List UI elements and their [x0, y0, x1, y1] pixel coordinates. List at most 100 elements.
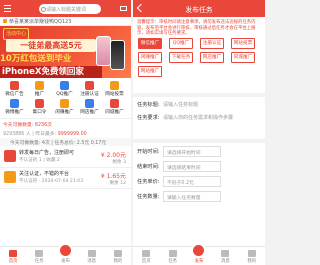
bottom-tabbar: 首页 任务 发布 消息 我的	[0, 243, 131, 265]
publish-screen: 发布任务 温馨提示：审核时间请注意事项，请勿发布违法违规的任务内容，发布后平台会…	[133, 0, 265, 265]
notice-icon	[3, 19, 7, 23]
bottom-tabbar: 首页 任务 发布 消息 我的	[133, 243, 265, 265]
task-avatar	[4, 150, 16, 162]
category-icon	[35, 81, 44, 90]
end-time-label: 结束时间:	[137, 164, 160, 170]
category-icon	[85, 81, 94, 90]
task-title-input[interactable]: 请输入任务标题	[163, 101, 198, 108]
category-label: 同城推广	[105, 110, 124, 115]
home-header: 请输入标题关键词	[0, 0, 131, 17]
category-item[interactable]: 微博推广	[4, 98, 25, 115]
tab-label: 我的	[113, 259, 123, 264]
tab-label: 首页	[8, 259, 18, 264]
category-item[interactable]: 网站投票	[104, 80, 125, 97]
task-sub: 不认证的 · 2020-07-04 21:03	[19, 179, 84, 184]
category-label: QQ推广	[56, 92, 73, 97]
tab-item[interactable]: 首页	[0, 247, 26, 265]
category-item[interactable]: 注册认证	[79, 80, 100, 97]
task-title: 转发每日广告，注册即可	[19, 150, 75, 156]
category-item[interactable]: 微信广告	[4, 80, 25, 97]
category-tag[interactable]: 网站投票	[231, 38, 255, 49]
category-label: 推广	[34, 92, 45, 97]
category-tag[interactable]: 闲赚推广	[138, 52, 162, 63]
tab-icon	[191, 243, 207, 258]
tab-label: 发布	[61, 259, 70, 264]
tab-icon	[168, 250, 177, 257]
category-label: 网店推广	[80, 110, 99, 115]
notice-bar[interactable]: 恭喜某某派单赚钱鸭QQ123	[0, 17, 131, 26]
tab-icon	[9, 250, 18, 257]
message-icon[interactable]	[120, 5, 127, 12]
category-tag[interactable]: 网站推广	[138, 66, 162, 77]
category-item[interactable]: 集口令	[29, 98, 50, 115]
end-time-input[interactable]: 请选择结束时间	[163, 161, 221, 172]
tab-label: 首页	[141, 259, 151, 264]
stats-line-3: 今天可做数量: 4次 | 任务总价: 2.5元 0.17元	[10, 141, 107, 146]
task-item[interactable]: 转发每日广告，注册即可 不认证的 1 | 收藏 2 ¥ 2.00元 剩余 3	[0, 147, 131, 168]
category-icon	[10, 99, 19, 108]
category-tag[interactable]: QQ推广	[169, 38, 193, 49]
category-item[interactable]: 推广	[29, 80, 50, 97]
tab-label: 我的	[247, 259, 257, 264]
task-item[interactable]: 关注认证，不错的平台 不认证的 · 2020-07-04 21:03 ¥ 1.6…	[0, 168, 131, 189]
category-tag[interactable]: 微信推广	[138, 38, 162, 49]
category-item[interactable]: 闲赚推广	[54, 98, 75, 115]
count-input[interactable]: 请输入任务数量	[163, 191, 221, 202]
banner-line-2: 10万红包送到毕业	[0, 54, 72, 64]
tab-icon	[247, 250, 256, 257]
tab-icon	[35, 250, 44, 257]
tab-icon	[142, 250, 151, 257]
banner-line-3: iPhoneX免费领回家	[0, 66, 102, 78]
category-item[interactable]: QQ推广	[54, 80, 75, 97]
task-info-section: 任务标题: 请输入任务标题 任务要求: 请输入你的任务需求和操作步骤	[133, 93, 265, 139]
promo-banner[interactable]: 活动中心 一徒弟最高送5元 10万红包送到毕业 iPhoneX免费领回家	[0, 26, 131, 78]
stats-line-1: 今天可做数量: 8236次	[3, 123, 52, 128]
category-grid: 微信广告 推广 QQ推广 注册认证 网站投票微博推广 集口令 闲赚推广 网店推广 同城推广	[0, 80, 131, 116]
search-input[interactable]: 请输入标题关键词	[39, 4, 101, 14]
search-placeholder: 请输入标题关键词	[46, 7, 87, 13]
category-tag[interactable]: 网店推广	[200, 52, 224, 63]
tab-item[interactable]: 任务	[159, 247, 185, 265]
tab-item[interactable]: 发布	[52, 243, 78, 265]
category-item[interactable]: 网店推广	[79, 98, 100, 115]
category-tag[interactable]: 下载任务	[169, 52, 193, 63]
task-title-label: 任务标题:	[137, 102, 160, 108]
tab-item[interactable]: 消息	[212, 247, 238, 265]
task-price: ¥ 1.65元	[100, 173, 126, 180]
menu-icon[interactable]	[4, 5, 11, 12]
task-avatar	[4, 171, 16, 183]
home-screen: 请输入标题关键词 恭喜某某派单赚钱鸭QQ123 活动中心 一徒弟最高送5元 10…	[0, 0, 131, 265]
category-icon	[110, 81, 119, 90]
category-tag[interactable]: 同城推广	[231, 52, 255, 63]
category-icon	[10, 81, 19, 90]
start-time-label: 开始时间:	[137, 149, 160, 155]
tab-item[interactable]: 首页	[133, 247, 159, 265]
price-input[interactable]: 不低于0.2元	[163, 176, 221, 187]
tab-label: 消息	[87, 259, 97, 264]
tab-label: 发布	[194, 259, 204, 264]
price-label: 任务单价:	[137, 179, 160, 185]
category-label: 注册认证	[80, 92, 99, 97]
task-sub: 不认证的 1 | 收藏 2	[19, 158, 60, 163]
category-label: 微博推广	[5, 110, 24, 115]
tab-item[interactable]: 消息	[79, 247, 105, 265]
category-tag[interactable]: 注册认证	[200, 38, 224, 49]
publish-tip: 温馨提示：审核时间请注意事项，请勿发布违法违规的任务内容，发布后平台会进行审核，…	[137, 20, 256, 36]
task-require-input[interactable]: 请输入你的任务需求和操作步骤	[163, 114, 233, 121]
banner-line-1: 一徒弟最高送5元	[6, 39, 96, 52]
tab-item[interactable]: 发布	[186, 243, 212, 265]
tab-label: 任务	[168, 259, 177, 264]
task-price: ¥ 2.00元	[100, 152, 126, 159]
task-schedule-section: 开始时间: 请选择开始时间 结束时间: 请选择结束时间 任务单价: 不低于0.2…	[133, 139, 265, 213]
tab-label: 消息	[220, 259, 230, 264]
start-time-input[interactable]: 请选择开始时间	[163, 146, 221, 157]
category-label: 集口令	[32, 110, 47, 115]
tab-item[interactable]: 我的	[105, 247, 131, 265]
phone-image	[110, 40, 125, 70]
category-tags: 微信推广 QQ推广 注册认证 网站投票闲赚推广 下载任务 网店推广 同城推广网站推广	[133, 38, 265, 93]
publish-header: 发布任务	[133, 0, 265, 17]
tab-item[interactable]: 我的	[239, 247, 265, 265]
category-item[interactable]: 同城推广	[104, 98, 125, 115]
category-label: 网站投票	[105, 92, 124, 97]
tab-item[interactable]: 任务	[26, 247, 52, 265]
